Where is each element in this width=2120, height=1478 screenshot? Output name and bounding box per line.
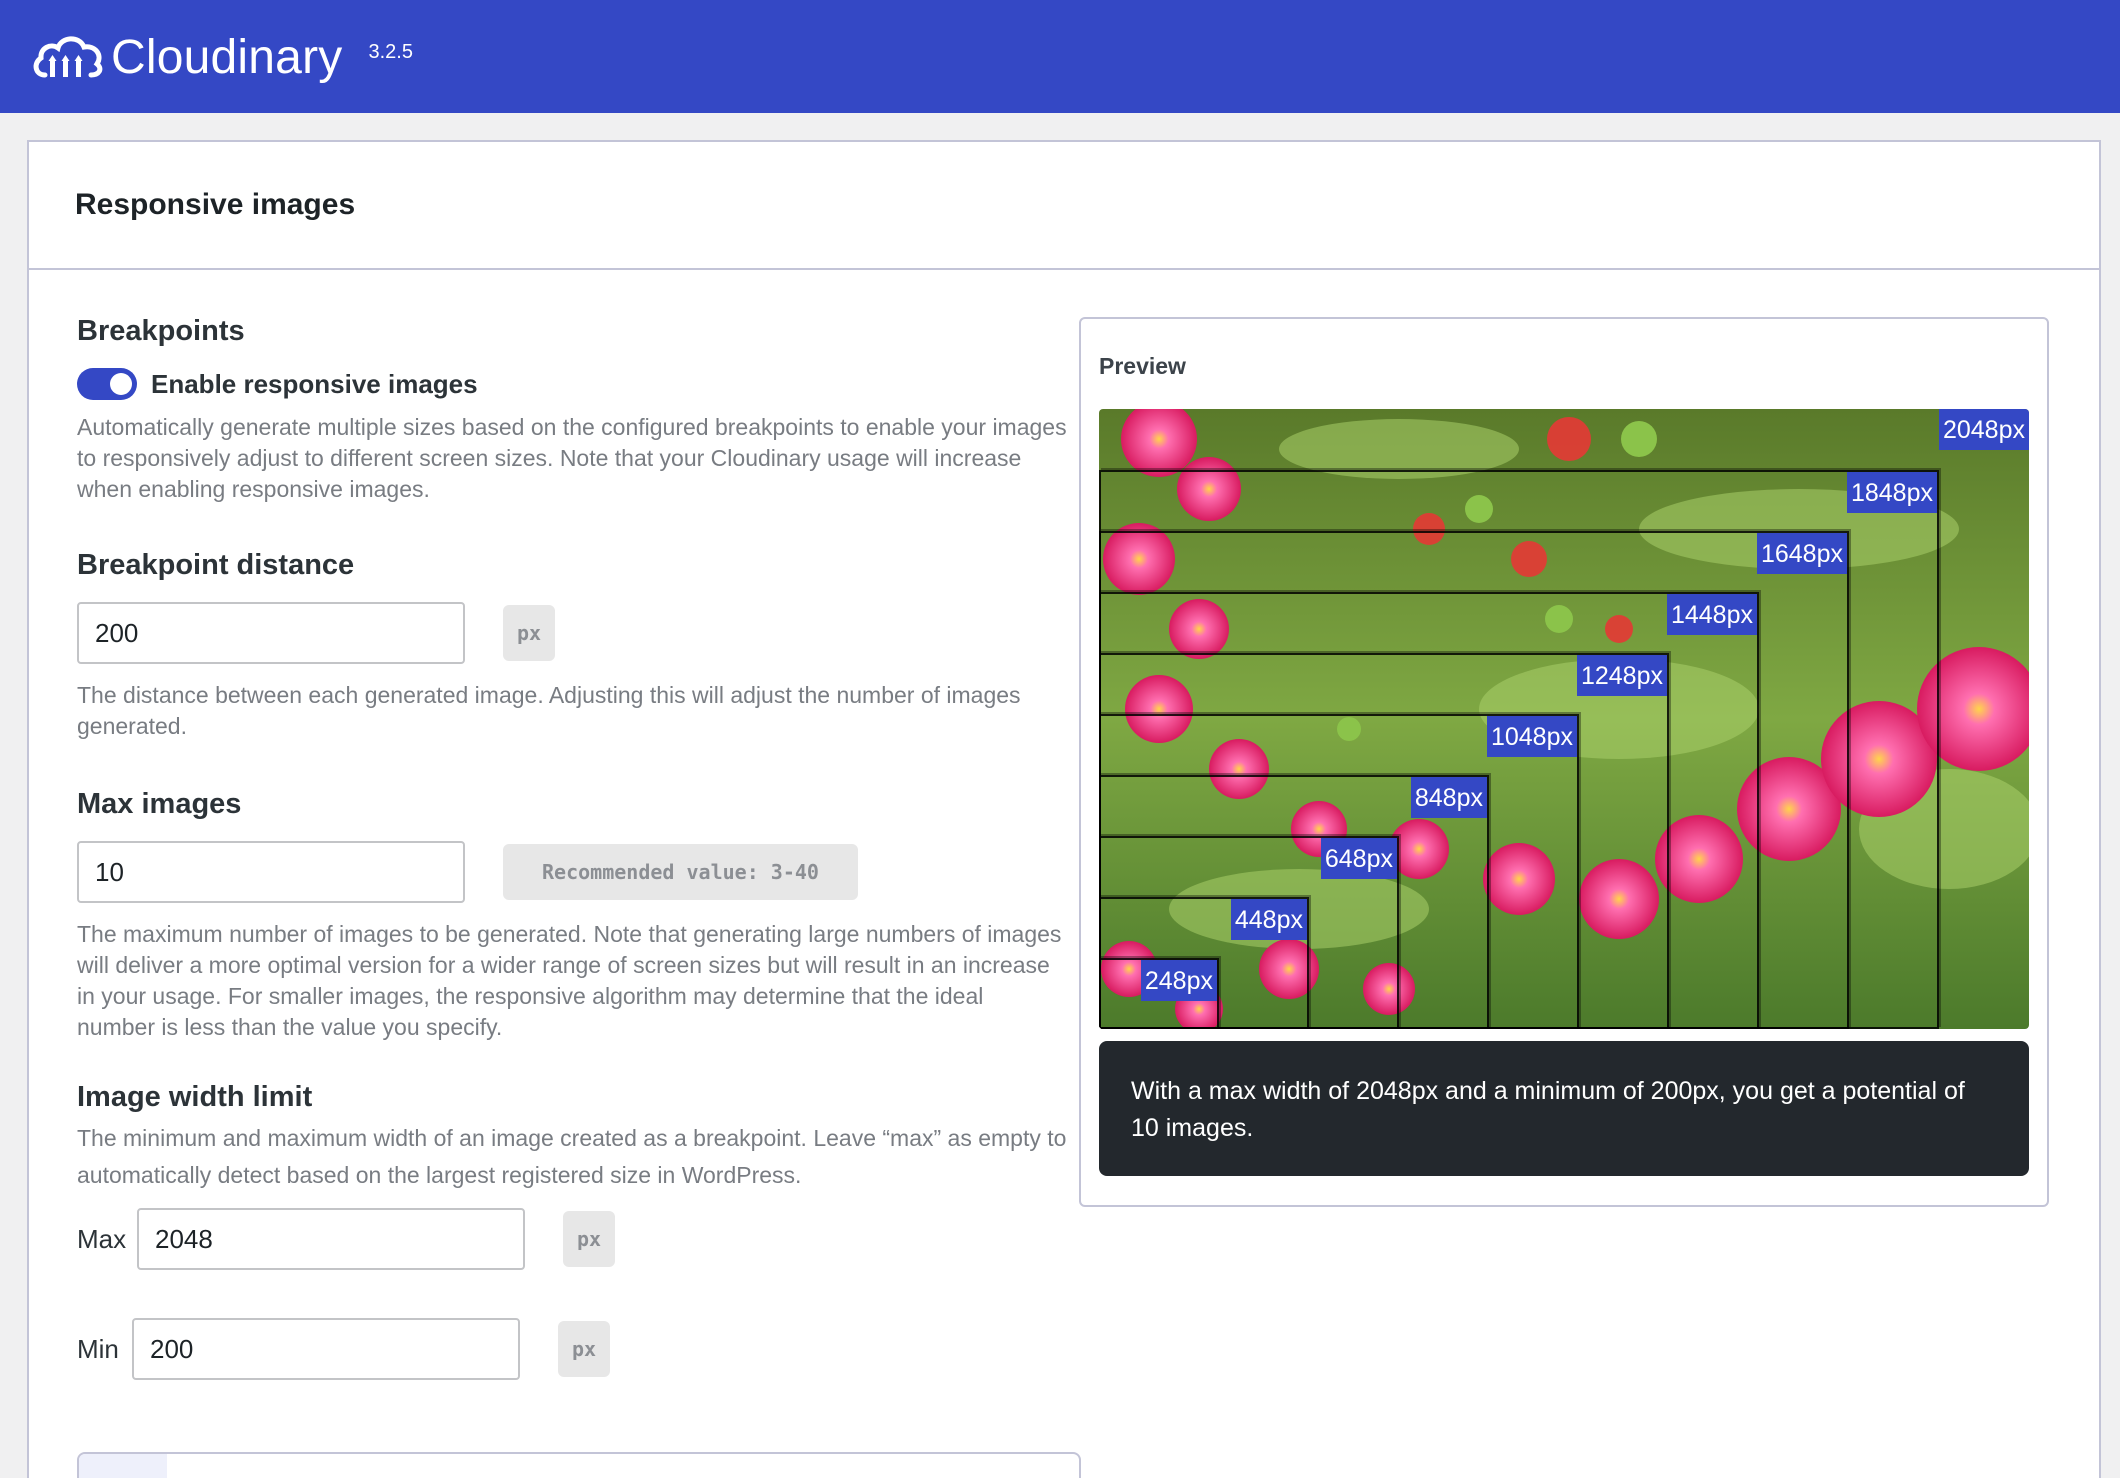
breakpoint-label: 1848px xyxy=(1846,472,1937,513)
plugin-version: 3.2.5 xyxy=(368,41,413,63)
breakpoints-title: Breakpoints xyxy=(77,315,245,347)
max-images-description: The maximum number of images to be gener… xyxy=(77,921,1062,1040)
max-images-input[interactable]: 10 xyxy=(77,841,465,903)
image-width-limit-title: Image width limit xyxy=(77,1081,313,1113)
max-width-input[interactable]: 2048 xyxy=(137,1208,525,1270)
max-width-row: Max 2048 px xyxy=(77,1208,1067,1270)
panel-header: Responsive images xyxy=(29,142,2099,270)
breakpoint-distance-unit: px xyxy=(503,605,555,661)
breakpoint-distance-section: Breakpoint distance 200 px The distance … xyxy=(77,549,1067,742)
top-header-bar: Cloudinary 3.2.5 xyxy=(0,0,2120,113)
additional-settings-box xyxy=(77,1452,1081,1478)
settings-panel: Responsive images Breakpoints Enable res… xyxy=(27,140,2101,1478)
toggle-knob xyxy=(110,373,132,395)
preview-box: Preview 2048px 1848px 1648px 1448px 1248… xyxy=(1079,317,2049,1207)
breakpoint-distance-input[interactable]: 200 xyxy=(77,602,465,664)
min-width-row: Min 200 px xyxy=(77,1318,1067,1380)
cloudinary-logo[interactable]: Cloudinary xyxy=(31,28,342,85)
breakpoint-label: 1248px xyxy=(1576,655,1667,696)
min-width-input[interactable]: 200 xyxy=(132,1318,520,1380)
min-width-unit: px xyxy=(558,1321,610,1377)
breakpoint-label: 1648px xyxy=(1756,533,1847,574)
image-width-limit-section: Image width limit The minimum and maximu… xyxy=(77,1081,1067,1380)
additional-settings-tab[interactable] xyxy=(79,1454,167,1478)
breakpoint-label: 648px xyxy=(1320,838,1397,879)
settings-column: Breakpoints Enable responsive images Aut… xyxy=(77,315,1067,1380)
brand-name: Cloudinary xyxy=(111,31,343,84)
breakpoint-distance-title: Breakpoint distance xyxy=(77,549,355,581)
max-images-section: Max images 10 Recommended value: 3-40 Th… xyxy=(77,788,1067,1043)
breakpoint-label: 448px xyxy=(1230,899,1307,940)
breakpoint-label: 2048px xyxy=(1938,409,2029,450)
cloud-logo-icon xyxy=(33,35,103,77)
breakpoints-description: Automatically generate multiple sizes ba… xyxy=(77,414,1067,502)
breakpoint-frame-248px: 248px xyxy=(1099,958,1219,1029)
max-images-row: 10 Recommended value: 3-40 xyxy=(77,841,1067,903)
max-images-hint: Recommended value: 3-40 xyxy=(503,844,858,900)
breakpoint-label: 1448px xyxy=(1666,594,1757,635)
breakpoint-label: 848px xyxy=(1410,777,1487,818)
breakpoints-section: Breakpoints Enable responsive images Aut… xyxy=(77,315,1067,505)
preview-title: Preview xyxy=(1099,353,1186,379)
preview-caption: With a max width of 2048px and a minimum… xyxy=(1099,1041,2029,1176)
breakpoint-distance-description: The distance between each generated imag… xyxy=(77,682,1021,739)
min-width-label: Min xyxy=(77,1333,119,1364)
max-images-title: Max images xyxy=(77,788,242,820)
breakpoints-preview-image: 2048px 1848px 1648px 1448px 1248px 1048px 848p… xyxy=(1099,409,2029,1029)
max-width-label: Max xyxy=(77,1223,127,1254)
panel-title: Responsive images xyxy=(75,188,356,221)
enable-responsive-toggle[interactable] xyxy=(77,368,137,400)
toggle-label: Enable responsive images xyxy=(151,368,478,399)
breakpoint-label: 248px xyxy=(1140,960,1217,1001)
breakpoint-distance-row: 200 px xyxy=(77,602,1067,664)
responsive-toggle-row: Enable responsive images xyxy=(77,368,1067,400)
image-width-limit-description: The minimum and maximum width of an imag… xyxy=(77,1125,1067,1188)
breakpoint-label: 1048px xyxy=(1486,716,1577,757)
max-width-unit: px xyxy=(563,1211,615,1267)
